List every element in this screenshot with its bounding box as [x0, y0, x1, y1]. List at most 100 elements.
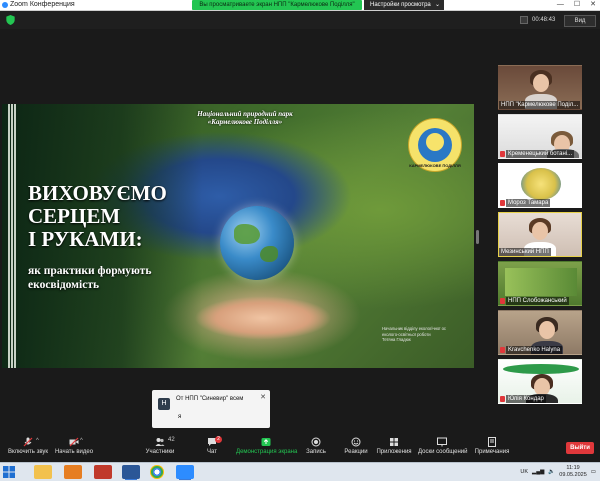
chevron-up-icon[interactable]: ^: [80, 438, 83, 444]
participant-name: НПП "Кармелюкове Поділ...: [499, 101, 581, 109]
chat-label: Чат: [207, 449, 217, 455]
security-shield-icon[interactable]: [6, 15, 15, 25]
participant-name: Мороз Тамара: [506, 199, 551, 207]
participant-tile[interactable]: НПП Слобожанський: [498, 261, 582, 306]
splitter-handle[interactable]: [476, 230, 479, 244]
share-screen-icon: [261, 438, 271, 446]
credits-line3: Тетяна Гладюк: [382, 337, 411, 342]
minimize-icon[interactable]: —: [557, 0, 564, 10]
reactions-label: Реакции: [344, 449, 368, 455]
layout-icon[interactable]: [520, 16, 528, 24]
park-title-line2: «Кармелюкове Поділля»: [207, 118, 283, 126]
media-player-icon[interactable]: [64, 465, 82, 479]
view-options-button[interactable]: Настройки просмотра ⌄: [364, 0, 444, 10]
chevron-down-icon: ⌄: [434, 2, 440, 8]
participant-tile[interactable]: Мороз Тамара: [498, 163, 582, 208]
slide-credits: Начальник відділу екологічної ос еколого…: [382, 326, 474, 343]
record-icon: [311, 437, 321, 447]
share-screen-label: Демонстрация экрана: [236, 449, 298, 455]
meeting-timer: 00:48:43: [520, 16, 555, 24]
shared-screen-slide: Національний природний парк «Кармелюкове…: [2, 104, 474, 368]
slide-subtitle: як практики формують екосвідомість: [28, 264, 151, 292]
participant-gallery: НПП "Кармелюкове Поділ... Кременецький б…: [498, 65, 582, 408]
record-label: Запись: [306, 449, 326, 455]
apps-icon: [390, 438, 398, 446]
microphone-muted-icon: [23, 437, 33, 447]
participant-name: НПП Слобожанський: [506, 297, 569, 305]
meeting-toolbar: Включить звук ^ Начать видео ^ 42 Участн…: [0, 432, 600, 462]
slide-decorative-stripes: [8, 104, 16, 368]
participant-name: Юлія Кондар: [506, 395, 546, 403]
close-icon[interactable]: ✕: [590, 0, 596, 10]
participant-tile[interactable]: Юлія Кондар: [498, 359, 582, 404]
mic-muted-icon: [500, 298, 505, 304]
unmute-button[interactable]: Включить звук ^: [6, 437, 50, 455]
chat-notification[interactable]: Н От НПП "Синевир" всем я ✕: [152, 390, 270, 428]
chat-message: я: [178, 414, 182, 420]
park-logo-text: КАРМЕЛЮКОВЕ ПОДІЛЛЯ: [409, 163, 461, 168]
unmute-label: Включить звук: [7, 449, 48, 455]
sender-avatar: Н: [158, 398, 170, 410]
language-indicator[interactable]: UK: [520, 469, 528, 475]
chat-sender: От НПП "Синевир" всем: [176, 396, 244, 402]
clock-date: 09.05.2025: [559, 472, 587, 478]
start-video-button[interactable]: Начать видео ^: [54, 437, 94, 455]
file-explorer-icon[interactable]: [34, 465, 52, 479]
participants-icon: [155, 438, 165, 446]
sharing-banner: Вы просматриваете экран НПП "Кармелюкове…: [192, 0, 362, 10]
chat-button[interactable]: 2 Чат: [202, 436, 222, 455]
notes-label: Примечания: [474, 449, 510, 455]
os-taskbar: UK ▂▄▆ 🔈 11:19 09.05.2025 ▭: [0, 462, 600, 481]
mic-muted-icon: [500, 151, 505, 157]
zoom-app-icon[interactable]: [176, 465, 194, 480]
chat-badge: 2: [215, 436, 222, 443]
participant-tile[interactable]: НПП "Кармелюкове Поділ...: [498, 65, 582, 110]
share-screen-button[interactable]: Демонстрация экрана: [236, 437, 298, 455]
view-button[interactable]: Вид: [564, 15, 596, 27]
participant-tile[interactable]: Кременецький ботані...: [498, 114, 582, 159]
close-icon[interactable]: ✕: [260, 393, 266, 401]
subtitle-line2: екосвідомість: [28, 279, 100, 291]
headline-line3: І РУКАМИ:: [28, 227, 143, 251]
timer-value: 00:48:43: [532, 17, 556, 23]
notifications-icon[interactable]: ▭: [591, 469, 596, 475]
earth-globe-image: [220, 206, 294, 280]
clock[interactable]: 11:19 09.05.2025: [559, 465, 587, 479]
app-title: Zoom Конференция: [10, 1, 75, 8]
whiteboards-button[interactable]: Доски сообщений: [418, 437, 468, 455]
notes-icon: [488, 437, 496, 447]
notes-button[interactable]: Примечания: [474, 437, 510, 455]
start-video-label: Начать видео: [54, 449, 94, 455]
park-title-line1: Національний природний парк: [197, 110, 293, 118]
participant-name: Мезинський НПП: [499, 248, 551, 256]
park-logo: КАРМЕЛЮКОВЕ ПОДІЛЛЯ: [408, 118, 462, 172]
apps-button[interactable]: Приложения: [376, 437, 412, 455]
maximize-icon[interactable]: ☐: [574, 0, 580, 10]
mic-muted-icon: [500, 347, 505, 353]
network-icon[interactable]: ▂▄▆: [532, 469, 544, 475]
chrome-icon[interactable]: [150, 465, 164, 479]
chevron-up-icon[interactable]: ^: [36, 438, 39, 444]
whiteboard-icon: [437, 437, 447, 447]
participant-tile[interactable]: Kravchenko Halyna: [498, 310, 582, 355]
participants-button[interactable]: 42 Участники: [142, 437, 178, 455]
subtitle-line1: як практики формують: [28, 265, 152, 277]
participant-tile-active[interactable]: Мезинський НПП: [498, 212, 582, 257]
reactions-button[interactable]: Реакции: [342, 437, 370, 455]
view-options-label: Настройки просмотра: [370, 2, 431, 8]
record-button[interactable]: Запись: [304, 437, 328, 455]
meeting-top-strip: 00:48:43 Вид: [0, 11, 600, 29]
volume-icon[interactable]: 🔈: [548, 469, 555, 475]
word-icon[interactable]: [122, 465, 140, 480]
participant-name: Kravchenko Halyna: [506, 346, 563, 354]
participants-count: 42: [168, 437, 175, 443]
pdf-reader-icon[interactable]: [94, 465, 112, 479]
headline-line1: ВИХОВУЄМО: [28, 181, 167, 205]
apps-label: Приложения: [376, 449, 412, 455]
leave-button[interactable]: Выйти: [566, 442, 594, 454]
slide-headline: ВИХОВУЄМО СЕРЦЕМ І РУКАМИ:: [28, 182, 167, 251]
windows-start-icon[interactable]: [3, 466, 15, 478]
participants-label: Участники: [145, 449, 175, 455]
mic-muted-icon: [500, 396, 505, 402]
mic-muted-icon: [500, 200, 505, 206]
